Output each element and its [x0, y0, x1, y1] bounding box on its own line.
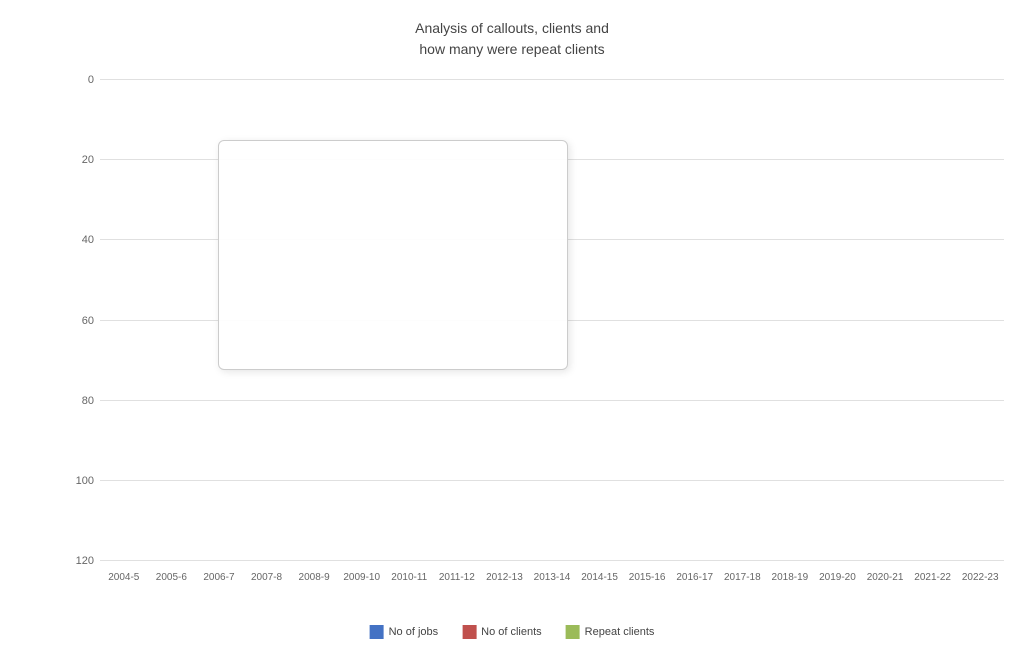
x-axis-label: 2021-22 [909, 572, 957, 583]
legend-label: No of jobs [389, 626, 439, 638]
x-axis-label: 2014-15 [576, 572, 624, 583]
x-axis-label: 2011-12 [433, 572, 481, 583]
x-axis-label: 2007-8 [243, 572, 291, 583]
y-axis-label: 60 [82, 315, 94, 327]
x-axis-label: 2019-20 [814, 572, 862, 583]
x-axis-label: 2006-7 [195, 572, 243, 583]
legend-item: No of jobs [370, 625, 439, 639]
x-axis-label: 2022-23 [956, 572, 1004, 583]
legend: No of jobs No of clients Repeat clients [370, 625, 655, 639]
chart-container: Analysis of callouts, clients and how ma… [0, 0, 1024, 651]
y-axis-label: 20 [82, 154, 94, 166]
y-axis-label: 100 [76, 475, 94, 487]
x-labels: 2004-52005-62006-72007-82008-92009-10201… [100, 572, 1004, 583]
x-axis-label: 2013-14 [528, 572, 576, 583]
legend-color-box [370, 625, 384, 639]
x-axis-label: 2018-19 [766, 572, 814, 583]
y-axis-label: 0 [88, 74, 94, 86]
x-axis-label: 2008-9 [290, 572, 338, 583]
legend-label: No of clients [481, 626, 542, 638]
y-axis-label: 120 [76, 555, 94, 567]
bars-area [100, 80, 1004, 561]
x-axis-label: 2005-6 [148, 572, 196, 583]
x-axis-label: 2016-17 [671, 572, 719, 583]
legend-label: Repeat clients [585, 626, 655, 638]
chart-area: 020406080100120 2004-52005-62006-72007-8… [60, 80, 1004, 561]
legend-color-box [462, 625, 476, 639]
legend-color-box [566, 625, 580, 639]
x-axis-label: 2015-16 [623, 572, 671, 583]
x-axis-label: 2004-5 [100, 572, 148, 583]
legend-item: Repeat clients [566, 625, 655, 639]
x-axis-label: 2020-21 [861, 572, 909, 583]
y-axis-label: 40 [82, 234, 94, 246]
y-axis-label: 80 [82, 395, 94, 407]
x-axis-label: 2012-13 [481, 572, 529, 583]
chart-title: Analysis of callouts, clients and how ma… [0, 0, 1024, 60]
x-axis-label: 2010-11 [385, 572, 433, 583]
x-axis-label: 2009-10 [338, 572, 386, 583]
y-axis: 020406080100120 [60, 80, 100, 561]
x-axis-label: 2017-18 [719, 572, 767, 583]
legend-item: No of clients [462, 625, 542, 639]
